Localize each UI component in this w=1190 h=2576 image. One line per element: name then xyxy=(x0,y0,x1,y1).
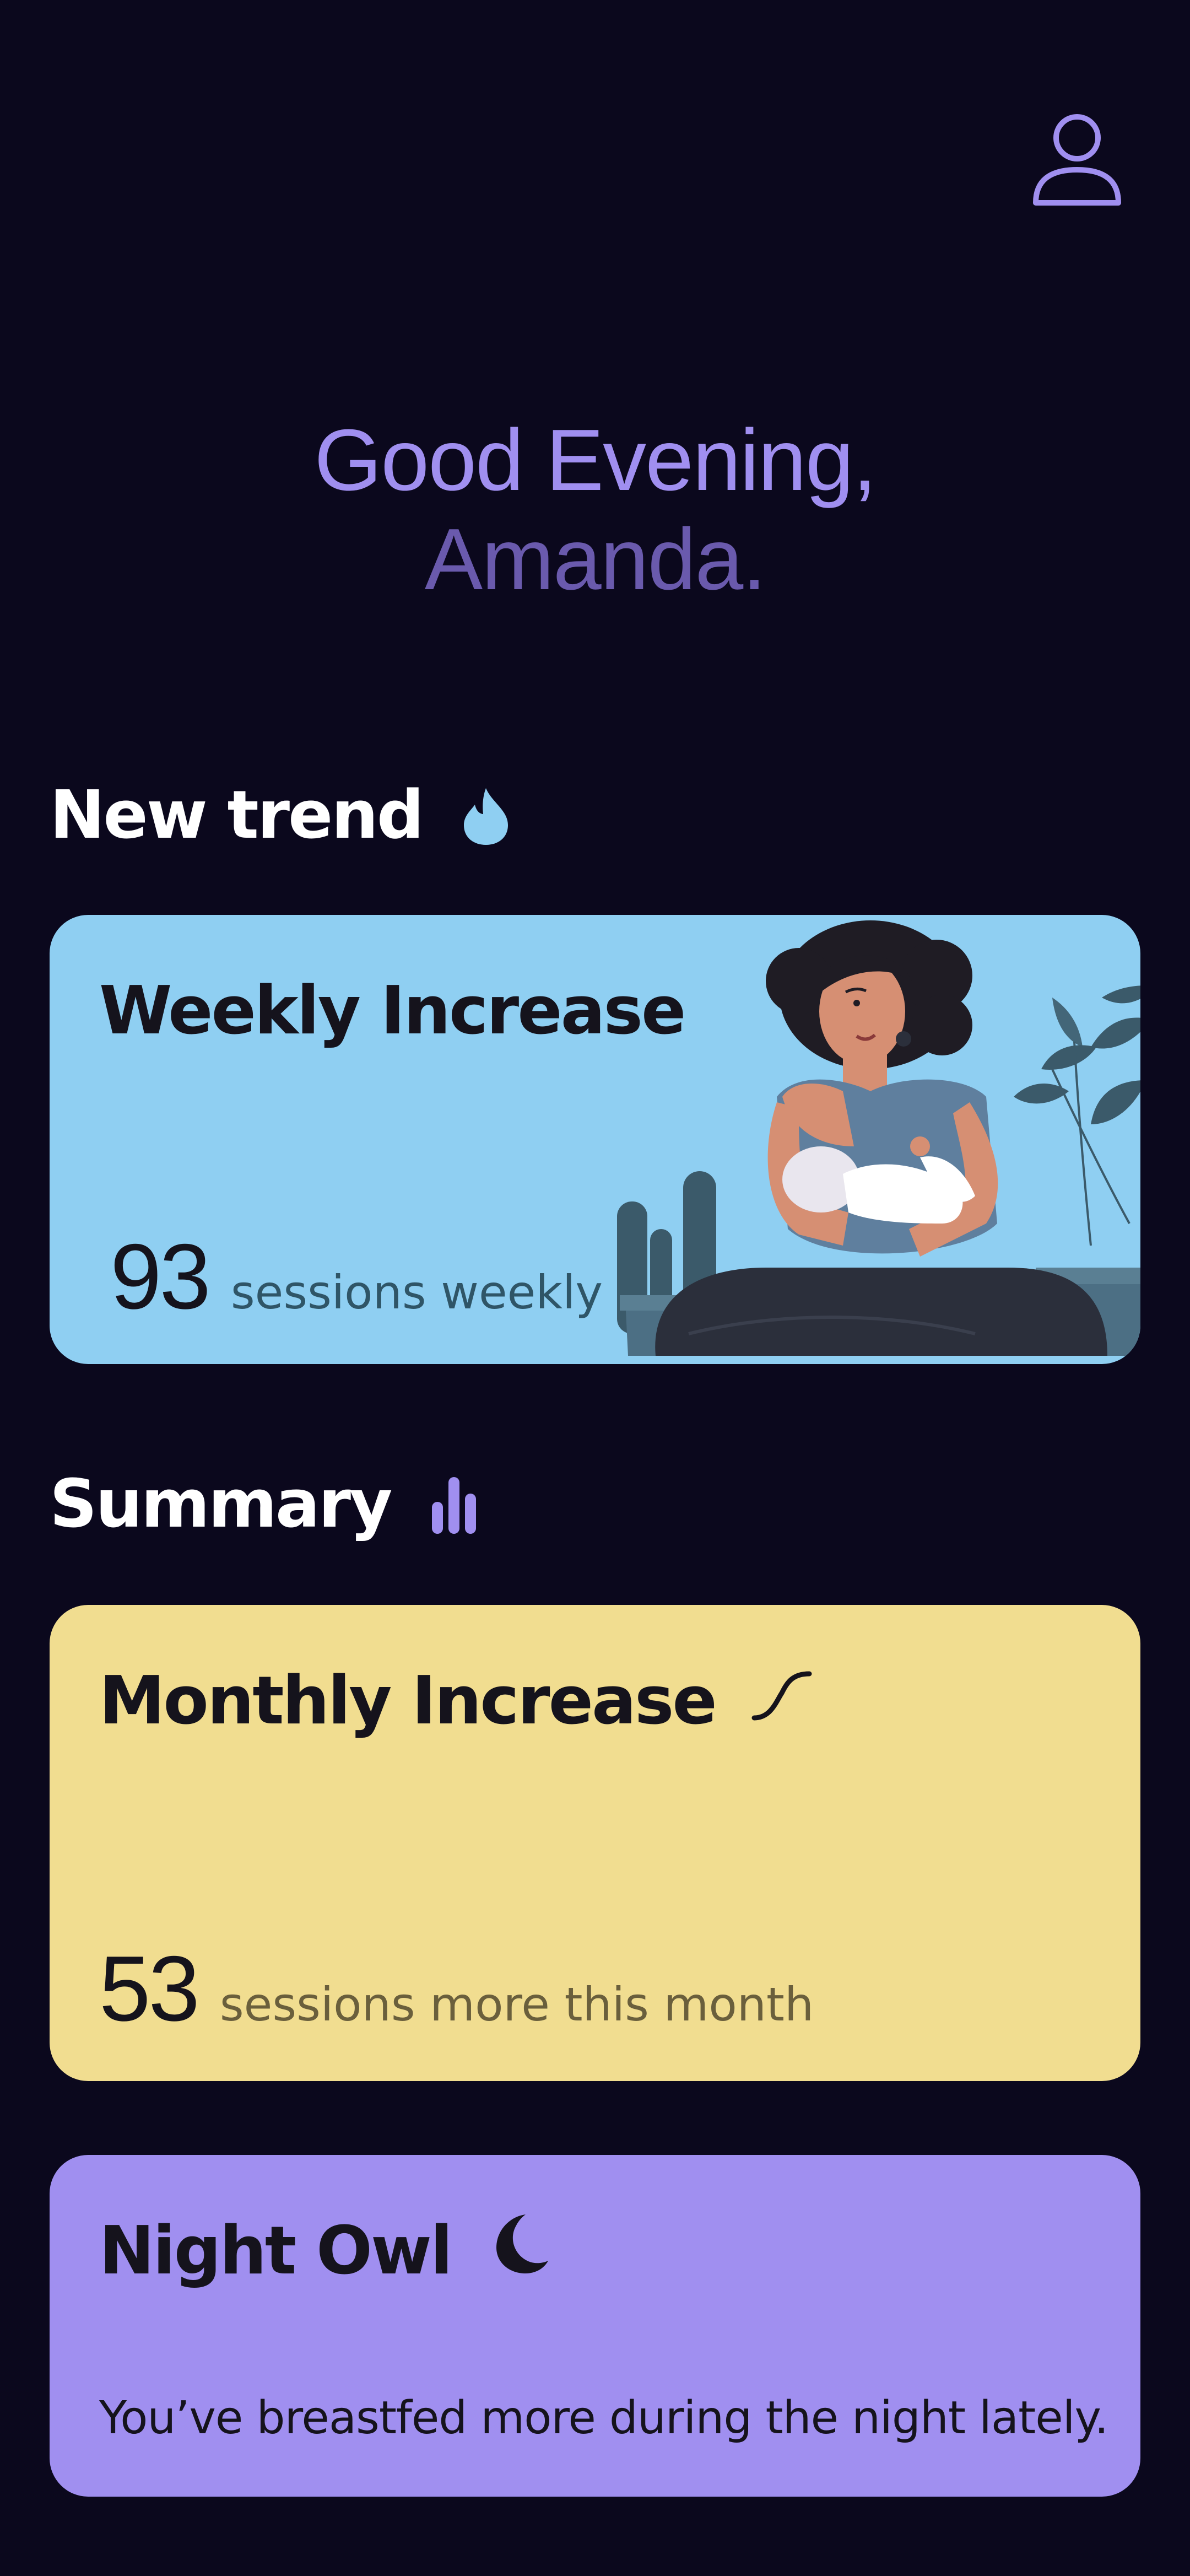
night-owl-card[interactable]: Night Owl You’ve breastfed more during t… xyxy=(50,2155,1140,2497)
moon-icon xyxy=(484,2210,550,2292)
stat-value: 53 xyxy=(99,1937,200,2040)
user-icon xyxy=(1027,109,1127,211)
trend-heading-label: New trend xyxy=(50,777,424,854)
trend-section-heading: New trend xyxy=(50,777,511,854)
flame-icon xyxy=(461,785,511,846)
trend-curve-icon xyxy=(749,1663,815,1739)
user-name: Amanda. xyxy=(424,511,766,608)
summary-section-heading: Summary xyxy=(50,1466,479,1543)
card-title: Weekly Increase xyxy=(99,973,686,1049)
summary-heading-label: Summary xyxy=(50,1466,392,1543)
profile-button[interactable] xyxy=(1025,107,1129,212)
stat-value: 93 xyxy=(110,1225,211,1328)
breastfeeding-mother-illustration xyxy=(617,920,1140,1356)
monthly-increase-card[interactable]: Monthly Increase 53 sessions more this m… xyxy=(50,1605,1140,2081)
card-title: Monthly Increase xyxy=(99,1663,815,1739)
bar-chart-icon xyxy=(429,1474,479,1535)
weekly-increase-card[interactable]: Weekly Increase 93 sessions weekly xyxy=(50,915,1140,1364)
greeting: Good Evening, Amanda. xyxy=(0,411,1190,609)
card-title: Night Owl xyxy=(99,2210,550,2292)
card-title-label: Monthly Increase xyxy=(99,1663,717,1739)
stat-label: sessions weekly xyxy=(230,1265,603,1319)
weekly-stat: 93 sessions weekly xyxy=(110,1224,603,1330)
night-owl-description: You’ve breastfed more during the night l… xyxy=(99,2392,1108,2444)
monthly-stat: 53 sessions more this month xyxy=(99,1936,814,2042)
card-title-label: Night Owl xyxy=(99,2213,453,2289)
stat-label: sessions more this month xyxy=(219,1977,814,2031)
greeting-line: Good Evening, xyxy=(314,412,877,509)
